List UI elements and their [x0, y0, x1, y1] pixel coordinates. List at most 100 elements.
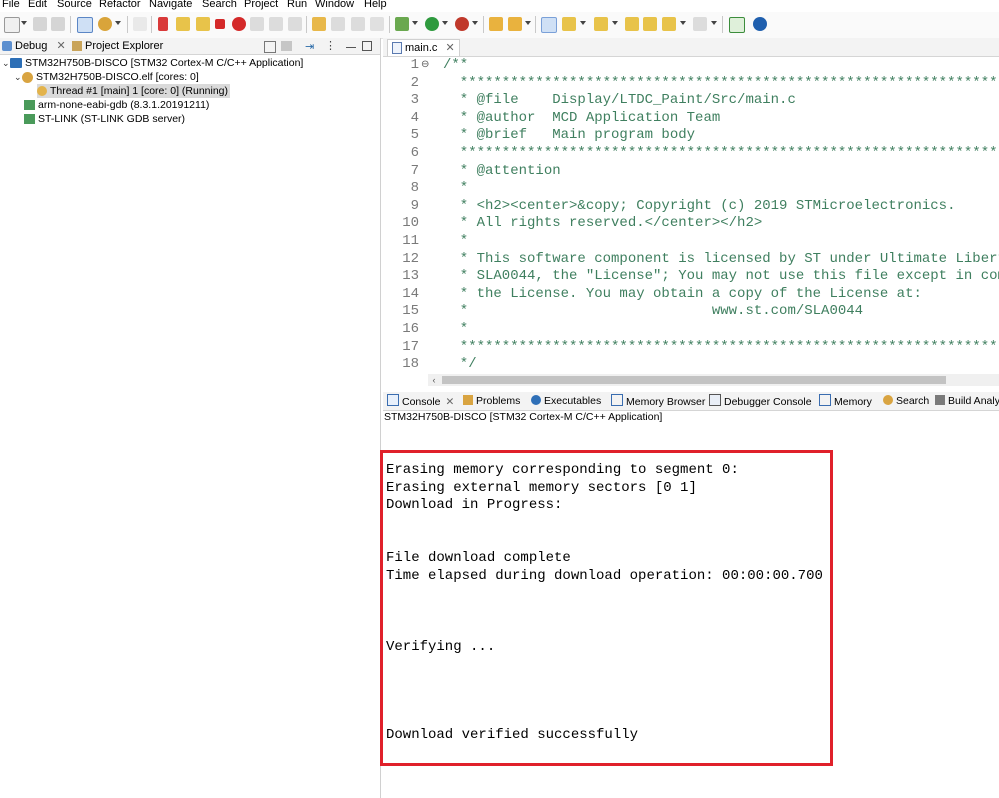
menu-project[interactable]: Project: [244, 0, 278, 10]
forward-dropdown-icon[interactable]: [711, 21, 717, 25]
step-return-icon[interactable]: [288, 17, 302, 31]
next-annotation-icon[interactable]: [562, 17, 576, 31]
debug-dropdown-icon[interactable]: [412, 21, 418, 25]
forward-icon[interactable]: [693, 17, 707, 31]
tab-debug[interactable]: Debug ✕: [2, 38, 66, 54]
open-element-icon[interactable]: [508, 17, 522, 31]
prev-annotation-icon[interactable]: [594, 17, 608, 31]
back-icon[interactable]: [662, 17, 676, 31]
tab-debugger-console[interactable]: Debugger Console: [709, 394, 812, 408]
close-icon[interactable]: ✕: [445, 42, 454, 54]
info-icon[interactable]: [753, 17, 767, 31]
tree-item-stlink[interactable]: ST-LINK (ST-LINK GDB server): [24, 112, 185, 126]
code-line: ****************************************…: [459, 145, 999, 161]
menu-help[interactable]: Help: [364, 0, 387, 10]
close-icon[interactable]: ✕: [446, 396, 455, 408]
tree-item-elf-process[interactable]: ⌄ STM32H750B-DISCO.elf [cores: 0]: [14, 70, 199, 84]
minimize-icon[interactable]: [346, 47, 356, 48]
step-into-icon[interactable]: [250, 17, 264, 31]
line-number: 5: [410, 127, 419, 144]
new-dropdown-icon[interactable]: [21, 21, 27, 25]
debug-run-icon[interactable]: [395, 17, 409, 31]
tab-main-c[interactable]: main.c ✕: [387, 39, 460, 56]
open-type-icon[interactable]: [489, 17, 503, 31]
last-edit-icon[interactable]: [625, 17, 639, 31]
tab-build-analyzer[interactable]: Build Analyzer: [935, 394, 999, 408]
editor-horizontal-scrollbar[interactable]: ‹: [428, 374, 999, 386]
tree-item-launch[interactable]: ⌄ STM32H750B-DISCO [STM32 Cortex-M C/C++ …: [2, 56, 303, 70]
remove-terminated-icon[interactable]: [281, 41, 292, 51]
menu-search[interactable]: Search: [202, 0, 237, 10]
resume-icon[interactable]: [158, 17, 168, 31]
reload-icon[interactable]: [370, 17, 384, 31]
scroll-left-icon[interactable]: ‹: [428, 374, 440, 386]
terminate-icon[interactable]: [215, 19, 225, 29]
pause-icon[interactable]: [196, 17, 210, 31]
restart-icon[interactable]: [331, 17, 345, 31]
maximize-icon[interactable]: [362, 41, 372, 51]
tab-executables[interactable]: Executables: [531, 394, 601, 408]
line-number: 15: [402, 303, 419, 320]
fold-toggle-icon[interactable]: ⊖: [421, 59, 429, 70]
tab-problems[interactable]: Problems: [463, 394, 520, 408]
menu-run[interactable]: Run: [287, 0, 307, 10]
code-line: ****************************************…: [459, 74, 999, 91]
step-filters-icon[interactable]: ⇥: [305, 40, 314, 53]
tab-memory-browser[interactable]: Memory Browser: [611, 394, 705, 408]
line-number: 9: [410, 197, 419, 214]
prev-annotation-dropdown-icon[interactable]: [612, 21, 618, 25]
editor-area: main.c ✕ 1/** 2 *************************…: [383, 38, 999, 386]
open-dropdown-icon[interactable]: [525, 21, 531, 25]
tab-project-explorer[interactable]: Project Explorer: [72, 38, 163, 54]
menu-navigate[interactable]: Navigate: [149, 0, 192, 10]
code-line: * This software component is licensed by…: [459, 250, 999, 267]
back-edit-icon[interactable]: [643, 17, 657, 31]
scrollbar-thumb[interactable]: [442, 376, 946, 384]
external-tools-dropdown-icon[interactable]: [472, 21, 478, 25]
save-all-icon[interactable]: [51, 17, 65, 31]
build-dropdown-icon[interactable]: [115, 21, 121, 25]
reset-icon[interactable]: [351, 17, 365, 31]
chevron-down-icon[interactable]: ⌄: [2, 56, 10, 70]
toolbar-separator: [535, 16, 536, 33]
build-icon[interactable]: [98, 17, 112, 31]
chevron-down-icon[interactable]: ⌄: [14, 70, 22, 84]
menu-file[interactable]: File: [2, 0, 20, 10]
back-dropdown-icon[interactable]: [680, 21, 686, 25]
line-number: 16: [402, 321, 419, 337]
mark-occurrences-icon[interactable]: [541, 17, 557, 33]
tab-console[interactable]: Console ✕: [387, 394, 454, 408]
line-number: 11: [402, 233, 419, 249]
instruction-stepping-icon[interactable]: [312, 17, 326, 31]
step-over-icon[interactable]: [269, 17, 283, 31]
external-tools-icon[interactable]: [455, 17, 469, 31]
view-menu-icon[interactable]: ⋮: [325, 39, 336, 52]
build-config-icon[interactable]: [77, 17, 93, 33]
suspend-icon[interactable]: [176, 17, 190, 31]
menu-window[interactable]: Window: [315, 0, 354, 10]
next-annotation-dropdown-icon[interactable]: [580, 21, 586, 25]
tab-search[interactable]: Search: [883, 394, 929, 408]
tab-memory[interactable]: Memory: [819, 394, 872, 408]
run-dropdown-icon[interactable]: [442, 21, 448, 25]
code-editor[interactable]: 1/** 2 **********************************…: [383, 56, 999, 372]
menu-source[interactable]: Source: [57, 0, 92, 10]
open-perspective-icon[interactable]: [729, 17, 745, 33]
skip-breakpoints-icon[interactable]: [133, 17, 147, 31]
code-line: * the License. You may obtain a copy of …: [443, 285, 922, 302]
console-tabbar: Console ✕ Problems Executables Memory Bro…: [383, 392, 999, 411]
c-file-icon: [392, 42, 402, 55]
console-title: STM32H750B-DISCO [STM32 Cortex-M C/C++ A…: [384, 411, 663, 423]
run-icon[interactable]: [425, 17, 439, 31]
save-icon[interactable]: [33, 17, 47, 31]
close-icon[interactable]: ✕: [56, 40, 65, 52]
debug-bug-icon: [2, 41, 12, 52]
new-icon[interactable]: [4, 17, 20, 33]
collapse-all-icon[interactable]: [264, 41, 276, 53]
tree-item-gdb[interactable]: arm-none-eabi-gdb (8.3.1.20191211): [24, 98, 209, 112]
menu-edit[interactable]: Edit: [28, 0, 47, 10]
menu-refactor[interactable]: Refactor: [99, 0, 141, 10]
disconnect-icon[interactable]: [232, 17, 246, 31]
tree-item-thread[interactable]: Thread #1 [main] 1 [core: 0] (Running): [37, 84, 231, 98]
line-number: 17: [402, 338, 419, 355]
